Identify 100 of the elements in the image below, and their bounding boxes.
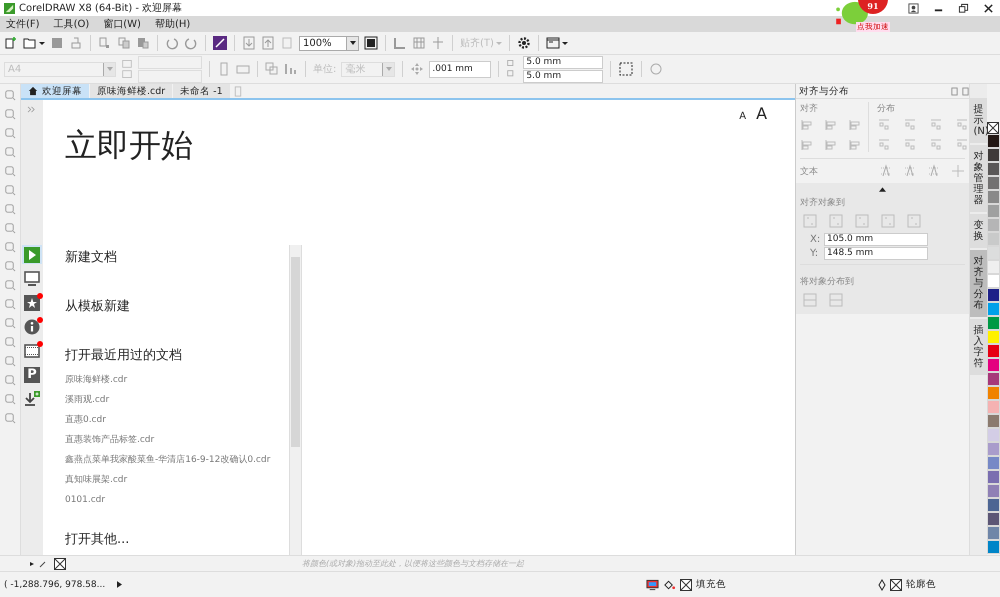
y-position-field[interactable]: 148.5 mm bbox=[824, 247, 928, 260]
new-from-template-link[interactable]: 从模板新建 bbox=[64, 297, 289, 317]
color-swatch[interactable] bbox=[987, 540, 1000, 554]
new-document-icon[interactable] bbox=[4, 36, 18, 50]
recent-file-link[interactable]: 真知味展架.cdr bbox=[64, 470, 289, 490]
tray-menu-icon[interactable] bbox=[28, 558, 48, 568]
distribute-target-icon[interactable] bbox=[802, 292, 818, 308]
menu-item[interactable]: 窗口(W) bbox=[103, 17, 141, 31]
align-target-icon[interactable] bbox=[802, 213, 818, 229]
side-nav-item[interactable] bbox=[22, 293, 42, 312]
redo-icon[interactable] bbox=[184, 36, 198, 50]
side-nav-item[interactable] bbox=[22, 245, 42, 264]
caret-icon[interactable] bbox=[562, 40, 568, 46]
document-tab[interactable]: 欢迎屏幕 bbox=[20, 84, 89, 98]
menu-item[interactable]: 帮助(H) bbox=[154, 17, 190, 31]
side-nav-item[interactable] bbox=[22, 341, 42, 360]
document-tab[interactable]: 原味海鲜楼.cdr bbox=[90, 84, 172, 98]
restore-icon[interactable] bbox=[958, 2, 969, 14]
distribute-icon[interactable] bbox=[929, 118, 944, 132]
caret-icon[interactable] bbox=[350, 41, 356, 45]
recent-file-link[interactable]: 鑫燕点菜单我家酸菜鱼-华清店16-9-12改确认0.cdr bbox=[64, 450, 289, 470]
full-screen-icon[interactable] bbox=[364, 36, 378, 50]
color-swatch[interactable] bbox=[987, 302, 1000, 316]
color-swatch[interactable] bbox=[987, 386, 1000, 400]
selection-box-icon[interactable] bbox=[618, 61, 634, 77]
color-swatch[interactable] bbox=[987, 358, 1000, 372]
close-icon[interactable] bbox=[983, 2, 994, 14]
color-swatch[interactable] bbox=[987, 526, 1000, 540]
duplicate-x-field[interactable]: 5.0 mm bbox=[523, 56, 604, 68]
copy-icon[interactable] bbox=[117, 36, 131, 50]
color-swatch[interactable] bbox=[987, 372, 1000, 386]
side-nav-item[interactable] bbox=[22, 317, 42, 336]
document-tab[interactable]: 未命名 -1 bbox=[173, 84, 230, 98]
color-swatch[interactable] bbox=[987, 512, 1000, 526]
color-swatch[interactable] bbox=[987, 456, 1000, 470]
align-icon[interactable] bbox=[824, 118, 838, 132]
color-swatch[interactable] bbox=[987, 218, 1000, 232]
grid-icon[interactable] bbox=[412, 36, 426, 50]
play-arrow-icon[interactable] bbox=[117, 581, 122, 588]
decrease-font-button[interactable]: A bbox=[739, 111, 746, 122]
settings-icon[interactable] bbox=[516, 36, 531, 50]
zoom-field[interactable]: 100% bbox=[299, 36, 359, 50]
recent-file-link[interactable]: 直惠0.cdr bbox=[64, 410, 289, 430]
align-target-icon[interactable] bbox=[854, 213, 870, 229]
save-icon[interactable] bbox=[50, 36, 64, 50]
export-icon[interactable] bbox=[261, 36, 275, 50]
align-icon[interactable] bbox=[848, 138, 862, 152]
color-swatch[interactable] bbox=[987, 442, 1000, 456]
scrollbar[interactable] bbox=[288, 245, 301, 555]
no-color-swatch-icon[interactable] bbox=[54, 558, 66, 570]
color-swatch[interactable] bbox=[987, 176, 1000, 190]
distribute-icon[interactable] bbox=[877, 138, 892, 152]
color-swatch[interactable] bbox=[987, 414, 1000, 428]
color-swatch[interactable] bbox=[987, 470, 1000, 484]
caret-icon[interactable] bbox=[39, 40, 45, 46]
color-proof-icon[interactable] bbox=[646, 578, 659, 590]
import-icon[interactable] bbox=[242, 36, 256, 50]
recent-file-link[interactable]: 直惠装饰产品标签.cdr bbox=[64, 430, 289, 450]
ruler-icon[interactable] bbox=[393, 36, 407, 50]
color-swatch[interactable] bbox=[987, 148, 1000, 162]
new-document-link[interactable]: 新建文档 bbox=[64, 248, 289, 268]
align-icon[interactable] bbox=[800, 118, 814, 132]
align-icon[interactable] bbox=[848, 118, 862, 132]
menu-item[interactable]: 工具(O) bbox=[54, 17, 90, 31]
import-export-icon[interactable] bbox=[213, 36, 227, 50]
increase-font-button[interactable]: A bbox=[756, 104, 768, 123]
nudge-field[interactable]: .001 mm bbox=[429, 60, 492, 78]
docker-tab[interactable]: 插入字符 bbox=[970, 319, 987, 375]
distribute-icon[interactable] bbox=[955, 118, 970, 132]
add-tab-icon[interactable] bbox=[234, 86, 242, 96]
recent-file-link[interactable]: 溪雨观.cdr bbox=[64, 390, 289, 410]
color-swatch[interactable] bbox=[987, 400, 1000, 414]
distribute-icon[interactable] bbox=[955, 138, 970, 152]
snap-point-icon[interactable] bbox=[951, 164, 966, 178]
color-swatch[interactable] bbox=[987, 162, 1000, 176]
align-target-icon[interactable] bbox=[828, 213, 844, 229]
distribute-target-icon[interactable] bbox=[828, 292, 844, 308]
color-swatch[interactable] bbox=[987, 274, 1000, 288]
docker-tab[interactable]: 对齐与分布 bbox=[970, 250, 987, 317]
round-icon[interactable] bbox=[649, 62, 664, 76]
bars-icon[interactable] bbox=[284, 62, 298, 76]
expand-chevron-icon[interactable] bbox=[27, 106, 36, 113]
docker-tab[interactable]: 变换 bbox=[970, 214, 987, 248]
pin-icon[interactable] bbox=[951, 86, 958, 96]
duplicate-y-field[interactable]: 5.0 mm bbox=[523, 70, 604, 82]
color-swatch[interactable] bbox=[987, 498, 1000, 512]
align-icon[interactable] bbox=[800, 138, 814, 152]
color-swatch[interactable] bbox=[987, 232, 1000, 246]
color-swatch[interactable] bbox=[987, 330, 1000, 344]
distribute-icon[interactable] bbox=[877, 118, 892, 132]
user-icon[interactable] bbox=[908, 2, 919, 14]
align-icon[interactable] bbox=[824, 138, 838, 152]
color-swatch[interactable] bbox=[987, 134, 1000, 148]
guideline-icon[interactable] bbox=[431, 36, 445, 50]
menu-item[interactable]: 文件(F) bbox=[6, 17, 40, 31]
color-swatch[interactable] bbox=[987, 344, 1000, 358]
window-layout-icon[interactable] bbox=[546, 36, 560, 50]
x-position-field[interactable]: 105.0 mm bbox=[824, 233, 928, 246]
document-icon[interactable] bbox=[280, 36, 294, 50]
color-swatch[interactable] bbox=[987, 428, 1000, 442]
